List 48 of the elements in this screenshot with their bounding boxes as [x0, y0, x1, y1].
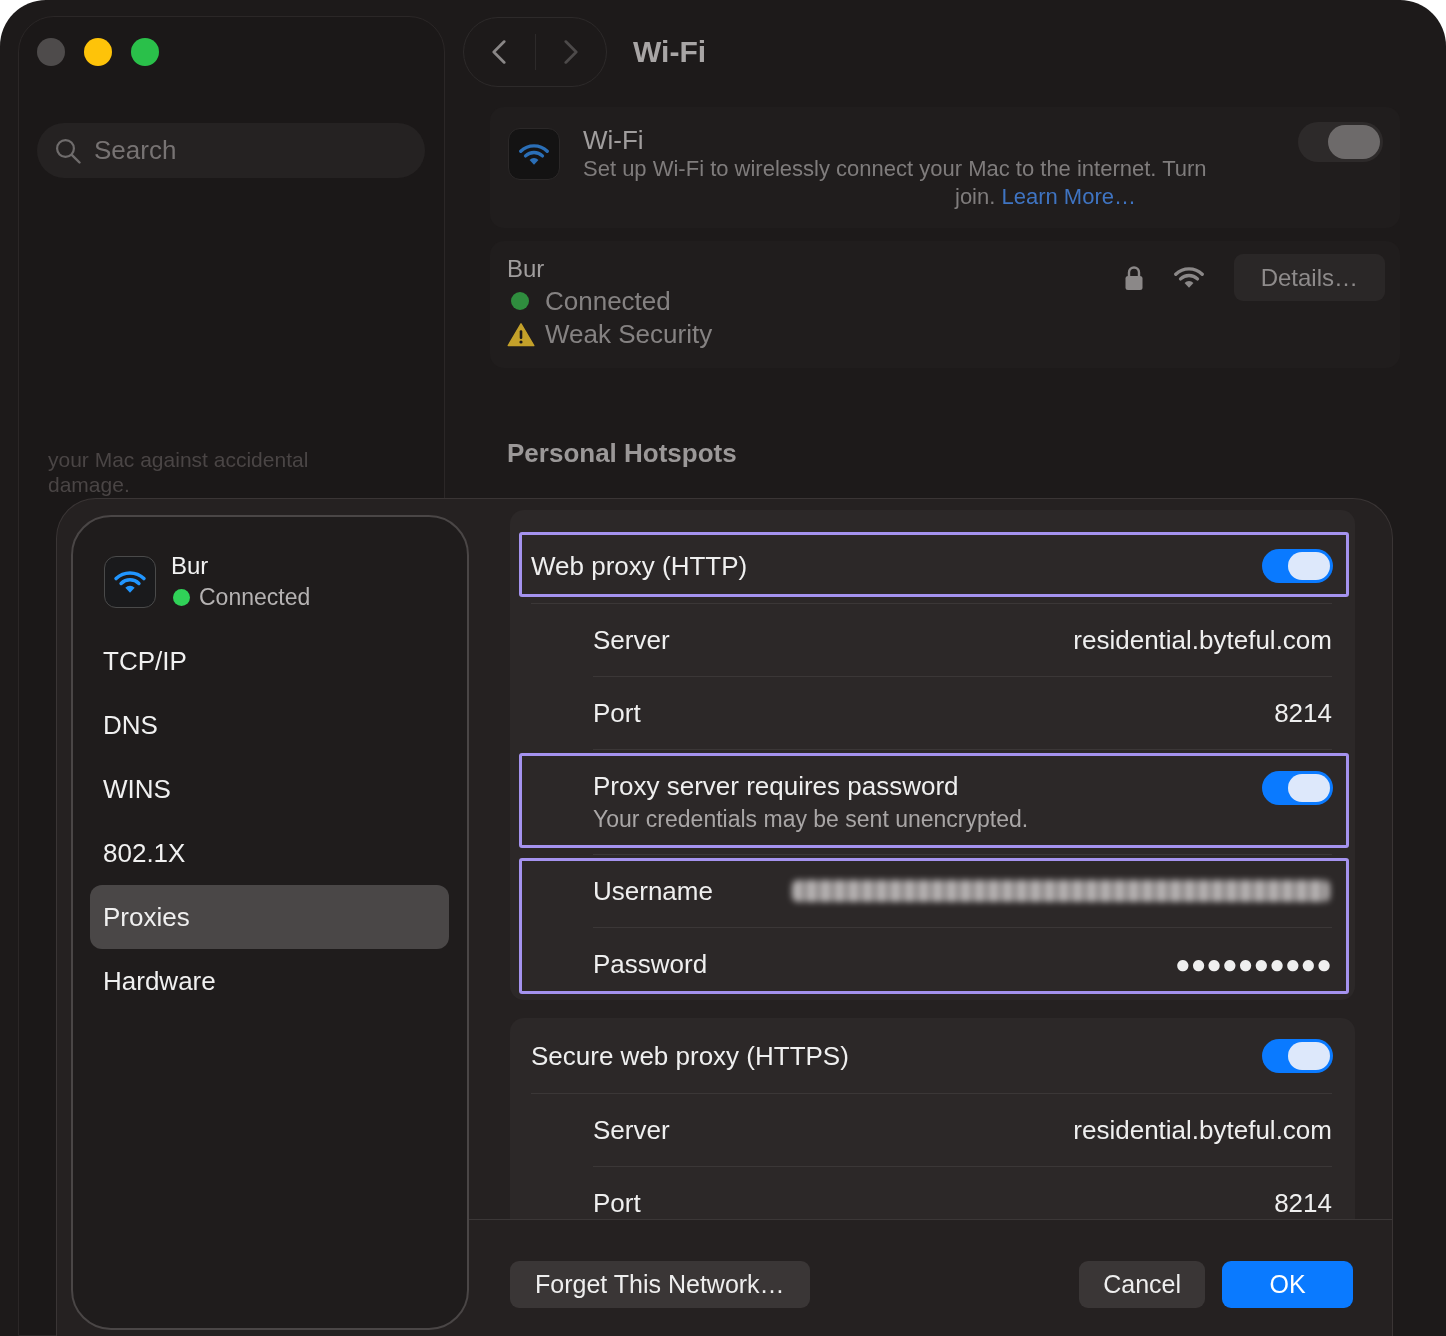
setting-label: Proxy server requires password [593, 771, 959, 801]
setting-title: Wi-Fi [583, 125, 644, 155]
setting-value: 8214 [1274, 698, 1332, 728]
toggle-switch[interactable] [1262, 548, 1333, 583]
search-field[interactable]: Search [37, 123, 425, 178]
ok-button[interactable]: OK [1222, 1261, 1353, 1308]
setting-value: 8214 [1274, 1188, 1332, 1218]
details-button[interactable]: Details… [1233, 254, 1385, 301]
toggle-switch[interactable] [1298, 122, 1383, 162]
sidebar-item[interactable]: TCP/IP [90, 629, 449, 693]
setting-label: Username [593, 876, 713, 906]
network-name: Bur [171, 551, 209, 581]
sidebar-item[interactable]: Hardware [90, 949, 449, 1013]
setting-label: Port [593, 698, 641, 728]
sidebar-item[interactable]: DNS [90, 693, 449, 757]
setting-label: Secure web proxy (HTTPS) [531, 1040, 849, 1071]
section-heading: Personal Hotspots [507, 437, 737, 469]
toggle-switch[interactable] [1262, 1038, 1333, 1073]
setting-value: residential.byteful.com [1073, 625, 1332, 655]
learn-more-link[interactable]: Learn More… [1001, 184, 1136, 209]
sidebar-item[interactable]: 802.1X [90, 821, 449, 885]
setting-label: Server [593, 625, 670, 655]
warning-icon [507, 321, 535, 347]
network-status: Connected [199, 583, 311, 612]
wifi-icon [508, 128, 560, 180]
network-name: Bur [507, 254, 545, 284]
cancel-button[interactable]: Cancel [1079, 1261, 1205, 1308]
setting-label: Web proxy (HTTP) [531, 550, 748, 581]
setting-note: Your credentials may be sent unencrypted. [593, 805, 1029, 833]
toggle-switch[interactable] [1262, 771, 1333, 805]
setting-label: Server [593, 1115, 670, 1145]
forget-network-button[interactable]: Forget This Network… [510, 1261, 810, 1308]
lock-icon [1123, 264, 1144, 291]
window-title: Wi-Fi [633, 34, 707, 70]
sidebar-item[interactable]: WINS [90, 757, 449, 821]
setting-label: Port [593, 1188, 641, 1218]
minimize-button-icon[interactable] [84, 38, 112, 66]
setting-label: Password [593, 949, 708, 979]
zoom-button-icon[interactable] [131, 38, 159, 66]
setting-description: Set up Wi-Fi to wirelessly connect your Mac to the internet. Turn join. Learn More… [583, 155, 1207, 211]
setting-value: residential.byteful.com [1073, 1115, 1332, 1145]
network-status: Connected [545, 285, 671, 317]
wifi-signal-icon [1173, 267, 1204, 288]
setting-value: ●●●●●●●●●● [1174, 949, 1332, 979]
wifi-icon [104, 556, 156, 608]
sidebar-item[interactable]: Proxies [90, 885, 449, 949]
security-warning: Weak Security [545, 318, 713, 350]
search-icon [55, 138, 81, 164]
